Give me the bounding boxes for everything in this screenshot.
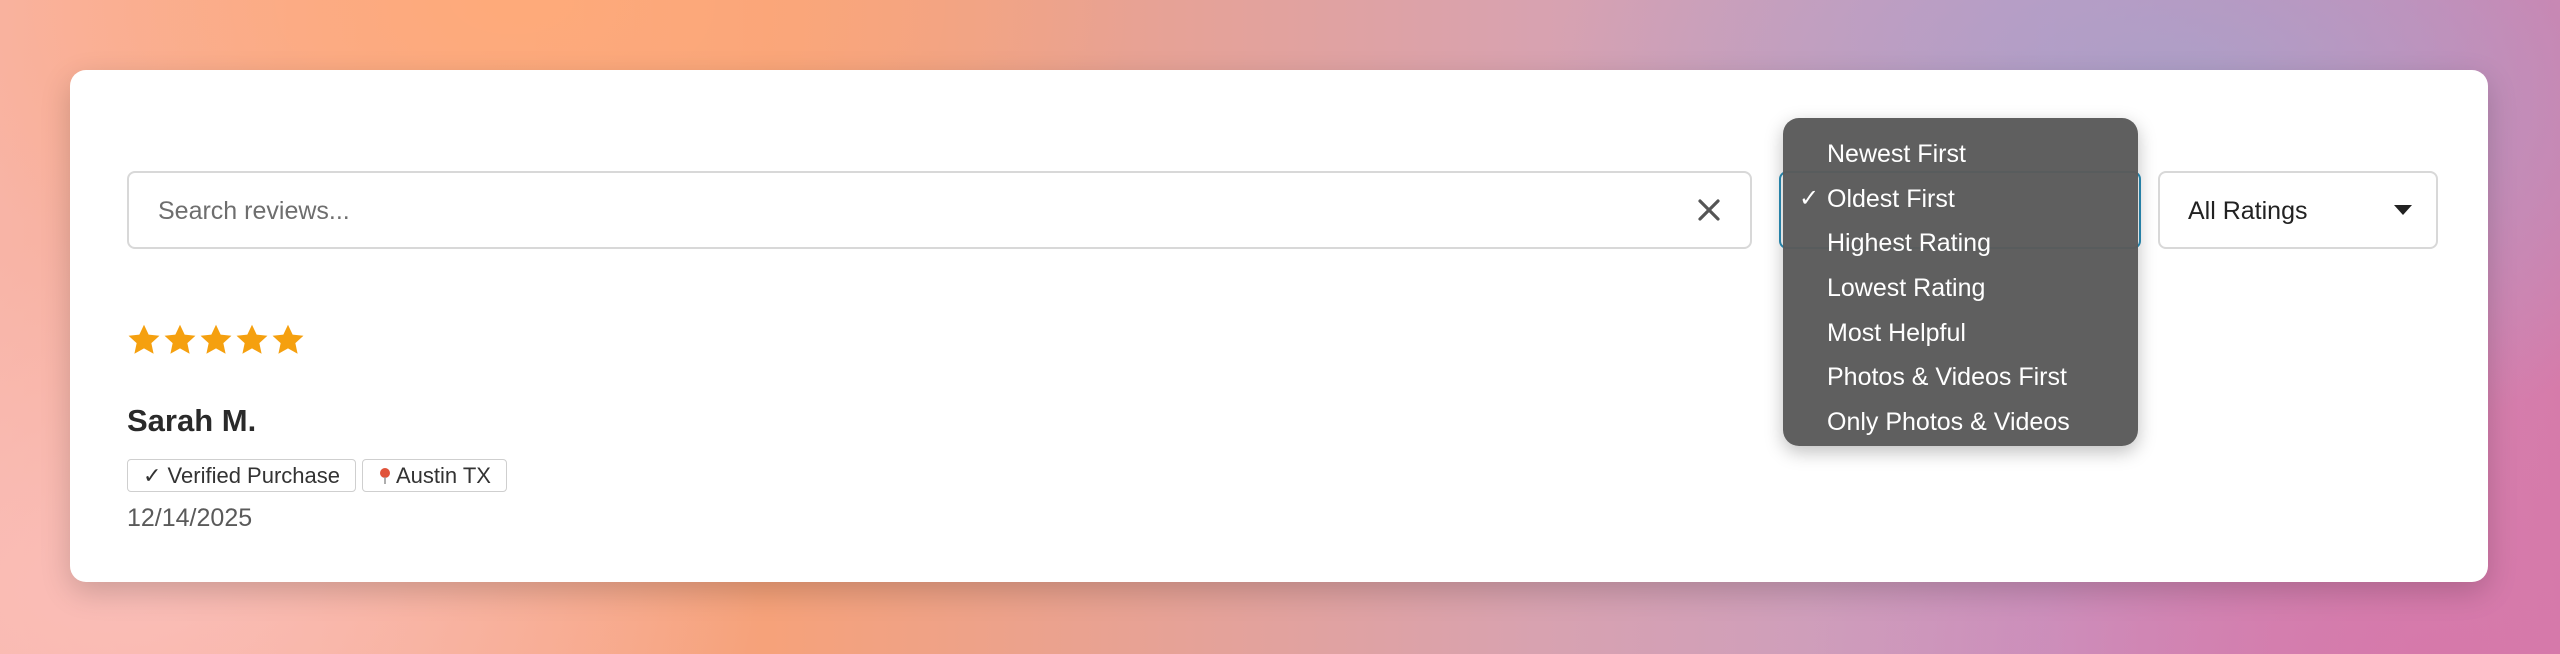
review-date: 12/14/2025 [127, 504, 253, 532]
sort-option-label: Newest First [1827, 140, 1966, 168]
review-tags: ✓ Verified Purchase Austin TX [127, 459, 513, 495]
search-box[interactable] [127, 171, 1752, 249]
sort-option-label: Highest Rating [1827, 229, 1991, 258]
sort-option-label: Oldest First [1827, 184, 1955, 213]
location-label: Austin TX [395, 463, 491, 488]
rating-filter-label: All Ratings [2188, 197, 2308, 225]
rating-filter-select[interactable]: All Ratings [2158, 171, 2438, 249]
star-rating [126, 322, 306, 362]
star-icon [272, 324, 304, 354]
checkmark-icon: ✓ [1799, 184, 1820, 212]
sort-option-photos-videos-first[interactable]: Photos & Videos First [1783, 355, 2138, 400]
star-icon [236, 324, 268, 354]
sort-option-only-photos-videos[interactable]: Only Photos & Videos [1783, 400, 2138, 445]
sort-option-lowest-rating[interactable]: Lowest Rating [1783, 266, 2138, 311]
sort-option-highest-rating[interactable]: Highest Rating [1783, 221, 2138, 266]
location-badge: Austin TX [361, 459, 507, 492]
reviewer-name: Sarah M. [127, 403, 257, 438]
star-icon [128, 324, 160, 354]
pin-icon [379, 468, 390, 484]
sort-option-label: Photos & Videos First [1827, 363, 2067, 392]
chevron-down-icon [2394, 205, 2412, 215]
sort-option-label: Only Photos & Videos [1827, 408, 2070, 437]
close-icon[interactable] [1694, 195, 1724, 225]
search-input[interactable] [156, 173, 1660, 249]
star-icon [200, 324, 232, 354]
sort-option-most-helpful[interactable]: Most Helpful [1783, 311, 2138, 356]
sort-option-label: Lowest Rating [1827, 274, 1986, 303]
sort-option-oldest-first[interactable]: ✓ Oldest First [1783, 177, 2138, 222]
verified-purchase-badge: ✓ Verified Purchase [127, 459, 356, 492]
sort-option-newest-first[interactable]: Newest First [1783, 132, 2138, 177]
reviews-card: All Ratings Newest First ✓ Oldest First … [70, 70, 2488, 582]
star-icon [164, 324, 196, 354]
sort-dropdown-menu: Newest First ✓ Oldest First Highest Rati… [1783, 118, 2138, 446]
sort-option-label: Most Helpful [1827, 318, 1966, 347]
